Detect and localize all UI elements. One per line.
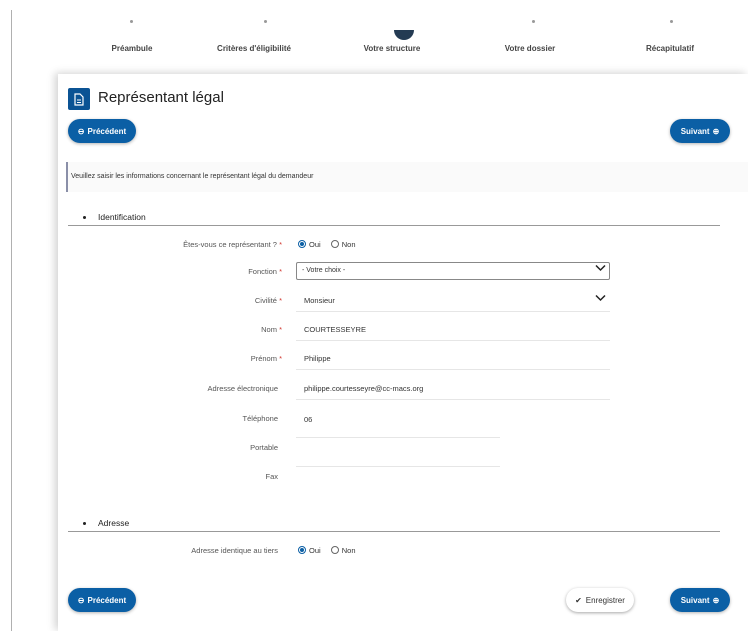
- next-button-bottom[interactable]: Suivant ⊕: [670, 588, 730, 612]
- adresse-identique-radio-group: Oui Non: [298, 546, 364, 555]
- civilite-label: Civilité *: [254, 296, 282, 305]
- radio-oui[interactable]: Oui: [298, 546, 321, 555]
- chevron-down-icon[interactable]: [595, 263, 606, 275]
- field-underline: [296, 399, 610, 400]
- section-identification: Identification: [68, 212, 720, 226]
- radio-button[interactable]: [298, 546, 306, 554]
- check-circle-icon: ✔: [575, 595, 582, 605]
- next-button-label: Suivant: [680, 595, 710, 605]
- chevron-down-icon[interactable]: [595, 293, 606, 305]
- document-icon: [68, 88, 90, 110]
- step-dot-active: [394, 30, 414, 40]
- radio-oui[interactable]: Oui: [298, 240, 321, 249]
- fonction-label: Fonction *: [248, 267, 282, 276]
- page-title: Représentant légal: [98, 89, 224, 106]
- step-label-criteres[interactable]: Critères d'éligibilité: [217, 44, 291, 53]
- field-underline: [296, 437, 500, 438]
- radio-non[interactable]: Non: [330, 240, 356, 249]
- form-card: Représentant légal ⊖ Précédent Suivant ⊕…: [58, 74, 748, 631]
- fonction-select-value: - Votre choix -: [302, 267, 346, 274]
- step-label-recapitulatif[interactable]: Récapitulatif: [646, 44, 694, 53]
- step-dot: [670, 20, 673, 23]
- radio-button[interactable]: [298, 240, 306, 248]
- email-label: Adresse électronique: [207, 384, 278, 393]
- email-input[interactable]: philippe.courtesseyre@cc-macs.org: [304, 384, 423, 393]
- previous-button-label: Précédent: [87, 126, 127, 136]
- prenom-input[interactable]: Philippe: [304, 354, 331, 363]
- civilite-select[interactable]: Monsieur: [304, 296, 335, 305]
- fax-label: Fax: [265, 472, 278, 481]
- section-bullet: [83, 522, 86, 525]
- is-representative-radio-group: Oui Non: [298, 240, 364, 249]
- nom-input[interactable]: COURTESSEYRE: [304, 325, 366, 334]
- section-title: Adresse: [98, 518, 130, 528]
- next-button-label: Suivant: [680, 126, 710, 136]
- fonction-select[interactable]: - Votre choix -: [296, 262, 610, 280]
- window-border: [11, 10, 12, 631]
- step-label-preambule[interactable]: Préambule: [112, 44, 153, 53]
- telephone-label: Téléphone: [242, 414, 278, 423]
- radio-button[interactable]: [330, 546, 339, 554]
- previous-button-label: Précédent: [87, 595, 127, 605]
- previous-button-bottom[interactable]: ⊖ Précédent: [68, 588, 136, 612]
- telephone-input[interactable]: 06: [304, 415, 312, 424]
- field-underline: [296, 466, 500, 467]
- adresse-identique-label: Adresse identique au tiers: [191, 546, 278, 555]
- nom-label: Nom *: [261, 325, 282, 334]
- info-message: Veuillez saisir les informations concern…: [66, 162, 748, 192]
- prenom-label: Prénom *: [250, 354, 282, 363]
- step-dot: [264, 20, 267, 23]
- section-adresse: Adresse: [68, 518, 720, 532]
- portable-label: Portable: [250, 443, 278, 452]
- arrow-left-circle-icon: ⊖: [77, 595, 85, 605]
- field-underline: [296, 311, 610, 312]
- step-label-votre-dossier[interactable]: Votre dossier: [505, 44, 556, 53]
- section-bullet: [83, 216, 86, 219]
- radio-non[interactable]: Non: [330, 546, 356, 555]
- arrow-right-circle-icon: ⊕: [712, 595, 720, 605]
- step-dot: [130, 20, 133, 23]
- section-title: Identification: [98, 212, 146, 222]
- save-button-label: Enregistrer: [585, 595, 625, 605]
- save-button[interactable]: ✔ Enregistrer: [566, 588, 634, 612]
- arrow-right-circle-icon: ⊕: [712, 126, 720, 136]
- field-underline: [296, 340, 610, 341]
- arrow-left-circle-icon: ⊖: [77, 126, 85, 136]
- progress-stepper: Préambule Critères d'éligibilité Votre s…: [12, 0, 748, 62]
- step-label-votre-structure[interactable]: Votre structure: [364, 44, 421, 53]
- field-underline: [296, 369, 610, 370]
- is-representative-label: Êtes-vous ce représentant ? *: [183, 240, 282, 249]
- radio-button[interactable]: [330, 240, 339, 248]
- next-button[interactable]: Suivant ⊕: [670, 119, 730, 143]
- previous-button[interactable]: ⊖ Précédent: [68, 119, 136, 143]
- step-dot: [532, 20, 535, 23]
